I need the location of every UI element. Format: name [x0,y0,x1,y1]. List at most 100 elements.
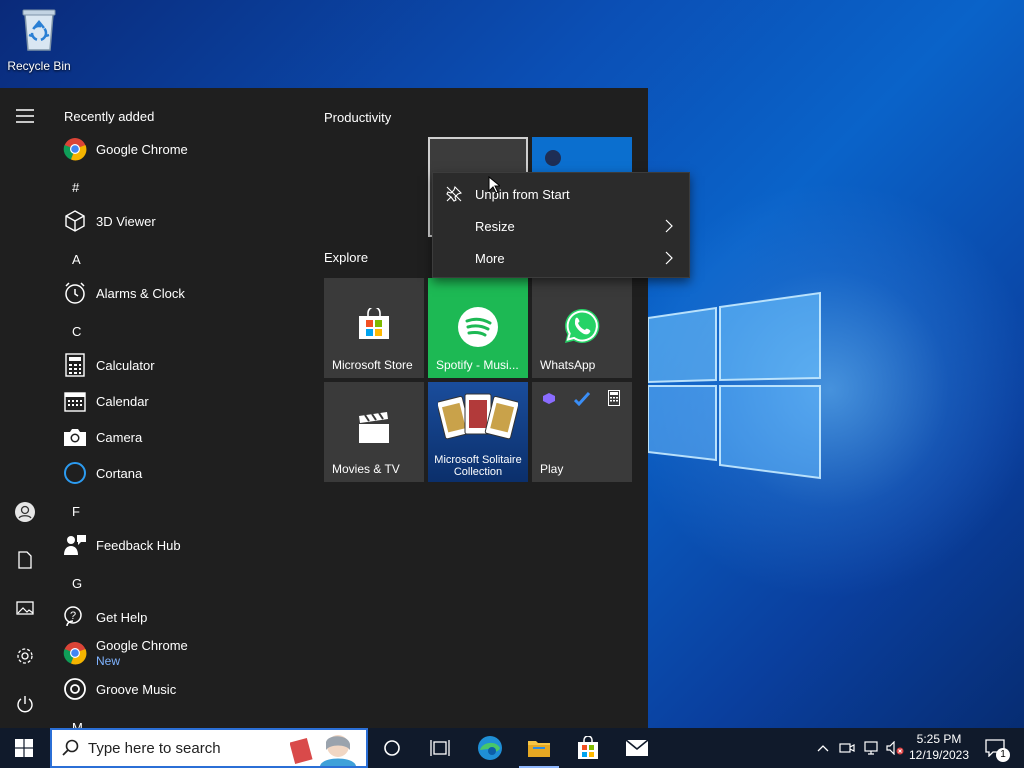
calculator-icon [608,390,620,406]
feedback-icon [62,532,88,558]
app-alarms-clock[interactable]: Alarms & Clock [62,276,302,310]
menu-item-label: More [475,250,505,266]
windows-wallpaper-logo [648,291,821,480]
chrome-icon [62,136,88,162]
account-button[interactable] [0,492,50,532]
power-button[interactable] [0,684,50,724]
new-badge: New [96,654,121,668]
app-list: Recently added Google Chrome # 3D Viewer… [50,88,312,728]
mail-button[interactable] [613,728,661,768]
chrome-icon [62,640,88,666]
app-name: Alarms & Clock [96,285,185,301]
app-get-help[interactable]: ? Get Help [62,600,302,634]
app-calculator[interactable]: Calculator [62,348,302,382]
app-name: Google Chrome [96,638,188,653]
letter-f[interactable]: F [72,504,80,519]
whatsapp-icon [532,306,632,346]
tile-label: Spotify - Musi... [436,358,519,372]
group-explore[interactable]: Explore [324,250,368,265]
app-google-chrome[interactable]: Google Chrome [62,132,302,166]
settings-button[interactable] [0,636,50,676]
expand-menu-button[interactable] [0,96,50,136]
music-icon [62,676,88,702]
network-icon [864,741,878,755]
tile-label: Movies & TV [332,462,400,476]
letter-hash[interactable]: # [72,180,79,195]
documents-button[interactable] [0,540,50,580]
menu-item-label: Resize [475,218,515,234]
task-view-button[interactable] [416,728,464,768]
app-calendar[interactable]: Calendar [62,384,302,418]
app-cortana[interactable]: Cortana [62,456,302,490]
user-avatar-icon [15,502,35,522]
letter-c[interactable]: C [72,324,81,339]
search-input[interactable] [88,739,288,757]
mini-app-icon [543,393,555,404]
store-button[interactable] [564,728,612,768]
edge-icon [478,736,502,760]
more-item[interactable]: More [433,242,689,274]
taskbar-clock[interactable]: 5:25 PM 12/19/2023 [902,731,976,763]
taskbar: 5:25 PM 12/19/2023 1 [0,728,1024,768]
notification-count: 1 [996,748,1010,762]
cube-icon [62,208,88,234]
tile-movies-tv[interactable]: Movies & TV [324,382,424,482]
unpin-from-start-item[interactable]: Unpin from Start [433,178,689,210]
letter-a[interactable]: A [72,252,81,267]
letter-g[interactable]: G [72,576,82,591]
file-explorer-button[interactable] [515,728,563,768]
app-name: Cortana [96,465,143,481]
app-name-block: Google Chrome New [96,638,188,668]
tile-microsoft-store[interactable]: Microsoft Store [324,278,424,378]
app-3d-viewer[interactable]: 3D Viewer [62,204,302,238]
tile-label: Microsoft Store [332,358,413,372]
recycle-bin[interactable]: Recycle Bin [6,6,72,73]
context-menu: Unpin from Start Resize More [432,172,690,278]
clock-time: 5:25 PM [916,732,962,746]
notifications-button[interactable]: 1 [978,728,1012,768]
tile-spotify[interactable]: Spotify - Musi... [428,278,528,378]
group-productivity[interactable]: Productivity [324,110,391,125]
search-highlight-illustration [290,735,356,766]
camera-icon [62,424,88,450]
resize-item[interactable]: Resize [433,210,689,242]
app-name: Calendar [96,393,149,409]
show-hidden-icons-button[interactable] [812,728,834,768]
start-rail [0,88,50,728]
app-google-chrome-new[interactable]: Google Chrome New [62,636,302,670]
chevron-up-icon [817,745,829,752]
cortana-icon [62,460,88,486]
taskbar-search[interactable] [50,728,368,768]
store-icon [324,308,424,340]
unpin-icon [433,186,475,202]
start-button[interactable] [0,728,48,768]
network-button[interactable] [860,728,882,768]
app-name: Get Help [96,609,148,625]
app-feedback-hub[interactable]: Feedback Hub [62,528,302,562]
pictures-button[interactable] [0,588,50,628]
task-view-icon [430,740,450,756]
help-icon: ? [62,604,88,630]
cortana-circle-icon [384,740,400,756]
app-camera[interactable]: Camera [62,420,302,454]
clapperboard-icon [324,412,424,444]
tile-solitaire[interactable]: Microsoft Solitaire Collection [428,382,528,482]
app-groove-music[interactable]: Groove Music [62,672,302,706]
power-icon [17,696,33,713]
cortana-button[interactable] [368,728,416,768]
tile-label: Play [540,462,564,476]
mail-icon [625,739,649,756]
recently-added-header: Recently added [64,109,155,124]
recycle-bin-label: Recycle Bin [7,59,71,73]
tile-whatsapp[interactable]: WhatsApp [532,278,632,378]
spotify-icon [428,306,528,348]
app-name: Feedback Hub [96,537,181,553]
meet-now-button[interactable] [836,728,858,768]
letter-m[interactable]: M [72,720,83,728]
tile-play-folder[interactable]: Play [532,382,632,482]
pictures-icon [16,601,34,615]
folder-icon [528,741,550,757]
edge-button[interactable] [466,728,514,768]
calculator-icon [62,352,88,378]
app-name: Groove Music [96,681,177,697]
